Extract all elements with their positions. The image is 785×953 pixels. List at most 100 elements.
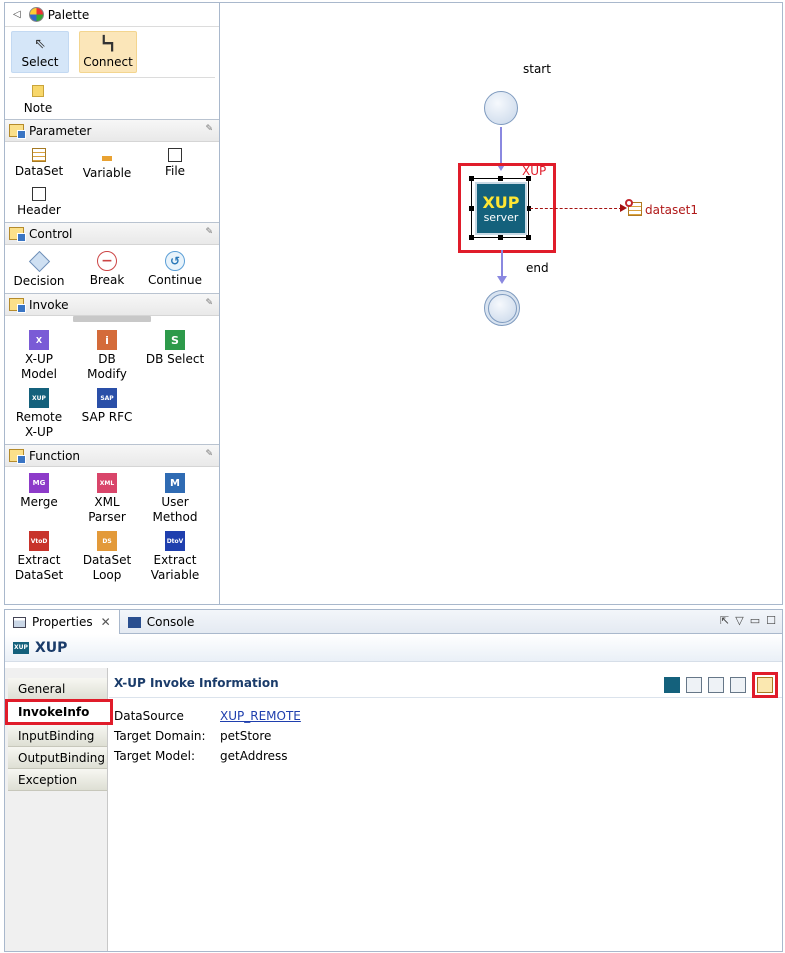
remote-xup-icon: XUP	[29, 388, 49, 408]
drawer-parameter-title[interactable]: Parameter ✎	[5, 120, 219, 142]
collapse-palette-icon[interactable]: ◁	[13, 9, 21, 20]
palette-item-label: Header	[17, 203, 61, 217]
palette-item-header[interactable]: Header	[5, 183, 73, 220]
connector-start-xup[interactable]	[500, 127, 502, 165]
xup-node-title: XUP	[482, 192, 520, 212]
scroll-up-indicator[interactable]	[73, 316, 151, 322]
palette-item-xup-model[interactable]: X X-UP Model	[5, 326, 73, 384]
field-label: Target Domain:	[114, 729, 206, 743]
side-tab-exception[interactable]: Exception	[8, 769, 107, 791]
view-toolbar: ⇱ ▽ ▭ ☐	[720, 614, 776, 627]
field-value: petStore	[220, 729, 272, 743]
dataset-icon	[32, 148, 46, 162]
merge-icon: MG	[29, 473, 49, 493]
pin-view-icon[interactable]: ⇱	[720, 614, 729, 627]
arrow-cursor-icon: ⇖	[34, 36, 46, 52]
select-tool[interactable]: ⇖ Select	[11, 31, 69, 73]
palette-item-user-method[interactable]: M User Method	[141, 469, 209, 527]
close-icon[interactable]: ✕	[101, 615, 111, 629]
palette-item-label: SAP RFC	[81, 410, 133, 424]
pin-icon[interactable]: ✎	[205, 449, 213, 459]
connect-tool-label: Connect	[83, 55, 133, 69]
xup-node-subtitle: server	[483, 210, 519, 224]
side-tab-outputbinding[interactable]: OutputBinding	[8, 747, 107, 769]
end-node[interactable]	[484, 290, 520, 326]
tab-properties[interactable]: Properties ✕	[5, 610, 120, 634]
connect-tool[interactable]: ┗┓ Connect	[79, 31, 137, 73]
palette-item-remote-xup[interactable]: XUP Remote X-UP	[5, 384, 73, 442]
palette-item-dataset-loop[interactable]: DS DataSet Loop	[73, 527, 141, 585]
drawer-title-text: Invoke	[29, 297, 69, 312]
connector-icon: ┗┓	[99, 36, 117, 52]
section-header: X-UP Invoke Information	[109, 668, 782, 698]
palette-item-label: DB Modify	[87, 352, 127, 381]
drawer-parameter: Parameter ✎ DataSet Variable File Header	[5, 119, 219, 222]
side-tab-label: InvokeInfo	[18, 705, 90, 719]
refresh-binding-icon[interactable]	[708, 677, 724, 693]
xup-model-icon: X	[29, 330, 49, 350]
palette-item-extract-variable[interactable]: DtoV Extract Variable	[141, 527, 209, 585]
palette-item-xml-parser[interactable]: XML XML Parser	[73, 469, 141, 527]
dataset-connector[interactable]	[530, 208, 622, 209]
view-menu-icon[interactable]: ▽	[735, 614, 743, 627]
drawer-invoke-title[interactable]: Invoke ✎	[5, 294, 219, 316]
palette-item-break[interactable]: − Break	[73, 247, 141, 291]
pin-icon[interactable]: ✎	[205, 298, 213, 308]
side-tab-label: General	[18, 681, 66, 696]
side-tab-inputbinding[interactable]: InputBinding	[8, 725, 107, 747]
pin-icon[interactable]: ✎	[205, 124, 213, 134]
palette-header[interactable]: ◁ Palette	[5, 3, 219, 27]
drawer-control-title[interactable]: Control ✎	[5, 223, 219, 245]
maximize-icon[interactable]: ☐	[766, 614, 776, 627]
console-icon	[127, 616, 141, 628]
minimize-icon[interactable]: ▭	[750, 614, 760, 627]
continue-icon: ↺	[165, 251, 185, 271]
palette-item-continue[interactable]: ↺ Continue	[141, 247, 209, 291]
drawer-icon	[9, 227, 26, 242]
palette-item-label: User Method	[152, 495, 198, 524]
tab-console[interactable]: Console	[120, 610, 203, 634]
palette-item-dataset[interactable]: DataSet	[5, 144, 73, 183]
palette-item-db-select[interactable]: S DB Select	[141, 326, 209, 384]
export-binding-icon[interactable]	[730, 677, 746, 693]
field-target-domain: Target Domain: petStore	[109, 726, 782, 746]
import-icon[interactable]	[686, 677, 702, 693]
note-tool[interactable]: Note	[9, 78, 67, 119]
palette-item-decision[interactable]: Decision	[5, 247, 73, 291]
palette-item-file[interactable]: File	[141, 144, 209, 183]
palette-item-merge[interactable]: MG Merge	[5, 469, 73, 527]
palette-item-sap-rfc[interactable]: SAP SAP RFC	[73, 384, 141, 442]
datasource-link[interactable]: XUP_REMOTE	[220, 709, 301, 723]
properties-side-tabs: General InvokeInfo InputBinding OutputBi…	[5, 668, 113, 951]
diagram-canvas[interactable]: start XUP XUP server dataset1 end	[221, 3, 782, 604]
palette-item-db-modify[interactable]: i DB Modify	[73, 326, 141, 384]
view-tab-bar: Properties ✕ Console ⇱ ▽ ▭ ☐	[5, 610, 782, 634]
palette-item-extract-dataset[interactable]: VtoD Extract DataSet	[5, 527, 73, 585]
side-tab-invokeinfo[interactable]: InvokeInfo	[5, 699, 113, 725]
drawer-title-text: Function	[29, 448, 81, 463]
palette-item-label: Extract Variable	[150, 553, 200, 582]
side-tab-general[interactable]: General	[8, 678, 107, 700]
side-tab-label: OutputBinding	[18, 750, 106, 765]
palette-item-variable[interactable]: Variable	[73, 144, 141, 183]
palette-item-label: DB Select	[145, 352, 205, 366]
xml-parser-icon: XML	[97, 473, 117, 493]
start-node[interactable]	[484, 91, 518, 125]
palette-item-label: Break	[89, 273, 125, 287]
palette-item-label: Continue	[148, 273, 202, 287]
note-label: Note	[23, 101, 53, 115]
xup-server-node[interactable]: XUP server	[475, 182, 527, 235]
section-title: X-UP Invoke Information	[114, 675, 279, 690]
side-tab-label: Exception	[18, 772, 78, 787]
palette-item-label: X-UP Model	[20, 352, 58, 381]
decision-icon	[28, 250, 50, 273]
run-model-icon[interactable]	[757, 677, 773, 693]
end-label: end	[526, 261, 549, 275]
palette-item-label: Decision	[13, 274, 65, 288]
dataset-node-label[interactable]: dataset1	[645, 203, 698, 217]
xup-server-icon[interactable]	[664, 677, 680, 693]
field-target-model: Target Model: getAddress	[109, 746, 782, 766]
drawer-function-title[interactable]: Function ✎	[5, 445, 219, 467]
palette-item-label: Merge	[20, 495, 58, 509]
pin-icon[interactable]: ✎	[205, 227, 213, 237]
